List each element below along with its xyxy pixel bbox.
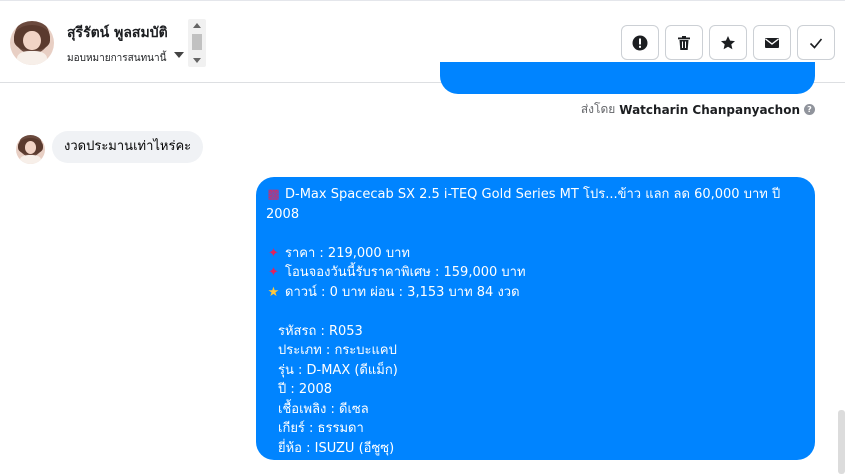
car-type: ประเภท : กระบะแคป (278, 343, 397, 358)
report-button[interactable] (621, 25, 659, 60)
car-year: ปี : 2008 (278, 382, 332, 397)
assign-conversation-dropdown[interactable]: มอบหมายการสนทนานี้ (67, 51, 166, 66)
incoming-message: งวดประมานเท่าไหร่คะ (52, 131, 204, 163)
star-emoji-icon: ★ (267, 284, 280, 300)
scroll-up-icon[interactable] (193, 23, 201, 28)
delete-button[interactable] (665, 25, 703, 60)
message-avatar (16, 135, 45, 164)
down-payment-text: ดาวน์ : 0 บาท ผ่อน : 3,153 บาท 84 งวด (285, 284, 520, 300)
star-icon (721, 35, 735, 49)
contact-name[interactable]: สุรีรัตน์ พูลสมบัติ (67, 22, 168, 44)
avatar-body (20, 154, 41, 164)
trash-icon (678, 35, 690, 50)
car-gear: เกียร์ : ธรรมดา (278, 421, 364, 436)
assign-scrollbar[interactable] (188, 19, 206, 67)
avatar-face (23, 30, 41, 51)
car-fuel: เชื้อเพลิง : ดีเซล (278, 401, 369, 417)
mark-unread-button[interactable] (753, 25, 791, 60)
price-text: ราคา : 219,000 บาท (285, 245, 410, 261)
report-icon (632, 35, 648, 50)
check-icon (809, 37, 823, 49)
message-title: D-Max Spacecab SX 2.5 i-TEQ Gold Series … (285, 187, 781, 202)
pushpin-icon: ✦ (268, 245, 279, 261)
down-payment-line: ★ ดาวน์ : 0 บาท ผ่อน : 3,153 บาท 84 งวด (266, 283, 805, 303)
title-line: ▩ D-Max Spacecab SX 2.5 i-TEQ Gold Series… (266, 185, 805, 205)
outgoing-message: ▩ D-Max Spacecab SX 2.5 i-TEQ Gold Series… (256, 177, 815, 460)
promo-text: โอนจองวันนี้รับราคาพิเศษ : 159,000 บาท (285, 265, 526, 280)
car-icon: ▩ (267, 187, 280, 202)
title-line-2: 2008 (266, 206, 300, 222)
envelope-icon (765, 37, 779, 48)
contact-avatar[interactable] (10, 21, 54, 65)
caret-down-icon[interactable] (174, 52, 184, 58)
pushpin-icon: ✦ (268, 265, 279, 280)
scroll-down-icon[interactable] (193, 58, 201, 63)
mark-done-button[interactable] (797, 25, 835, 60)
sender-name: Watcharin Chanpanyachon (619, 102, 800, 117)
car-model: รุ่น : D-MAX (ดีแม็ก) (278, 362, 398, 378)
star-button[interactable] (709, 25, 747, 60)
car-brand: ยี่ห้อ : ISUZU (อีซูซุ) (278, 440, 395, 456)
action-toolbar (621, 25, 835, 60)
sent-by-prefix: ส่งโดย (580, 102, 616, 116)
conversation-scrollbar[interactable] (838, 410, 845, 474)
sent-by-label: ส่งโดย Watcharin Chanpanyachon ? (581, 100, 815, 119)
help-icon[interactable]: ? (804, 104, 815, 115)
price-line: ✦ ราคา : 219,000 บาท (266, 244, 805, 264)
previous-outgoing-message (440, 62, 815, 94)
car-code: รหัสรถ : R053 (278, 323, 363, 339)
promo-line: ✦ โอนจองวันนี้รับราคาพิเศษ : 159,000 บาท (266, 263, 805, 283)
avatar-body (16, 50, 48, 65)
scroll-thumb[interactable] (192, 34, 202, 50)
